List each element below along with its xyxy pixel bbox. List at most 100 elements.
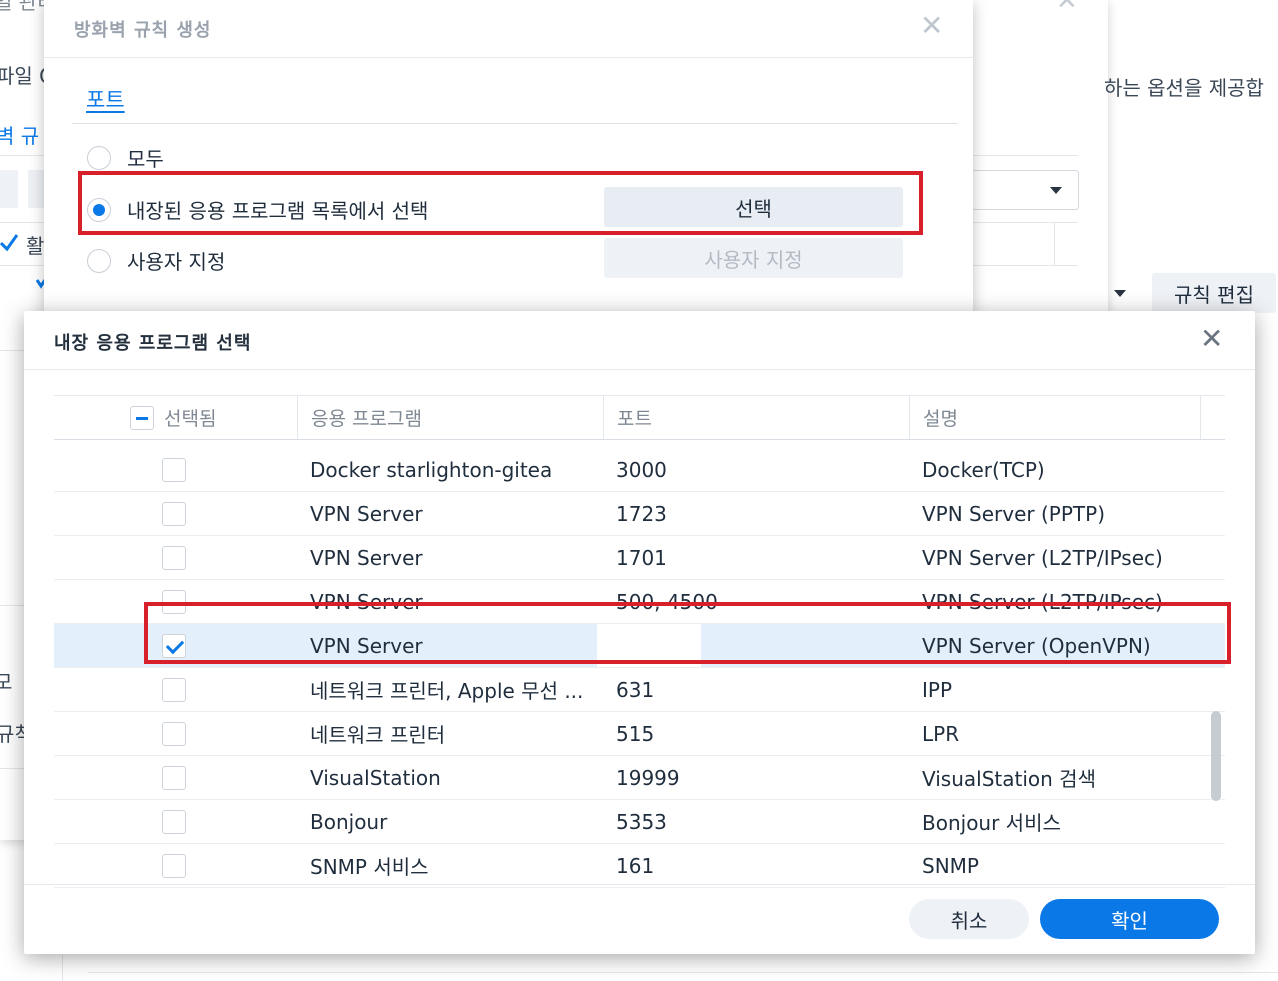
cell-application: 네트워크 프린터	[310, 723, 446, 747]
background-button-1[interactable]	[0, 170, 18, 208]
background-close-icon[interactable]: ✕	[1056, 0, 1078, 16]
column-separator	[603, 396, 604, 439]
app-table: 선택됨 응용 프로그램 포트 설명 Docker starlighton-git…	[54, 395, 1225, 888]
row-checkbox[interactable]	[162, 809, 186, 834]
custom-button[interactable]: 사용자 지정	[604, 238, 903, 278]
cell-port: 631	[616, 677, 655, 702]
cell-port	[616, 624, 896, 667]
cell-port: 500, 4500	[616, 589, 718, 614]
cell-port: 515	[616, 721, 655, 746]
cell-description: Bonjour 서비스	[922, 811, 1061, 835]
table-row[interactable]: 네트워크 프린터 515 LPR	[54, 712, 1225, 756]
cell-description: IPP	[922, 677, 953, 702]
background-checkbox[interactable]	[0, 232, 19, 254]
cell-application: 네트워크 프린터, Apple 무선 ...	[310, 679, 584, 703]
cell-port: 19999	[616, 765, 680, 790]
column-header-description[interactable]: 설명	[923, 396, 958, 439]
background-mode-text: 모	[0, 670, 13, 694]
cell-application: SNMP 서비스	[310, 855, 429, 879]
chevron-down-icon	[1114, 290, 1126, 297]
radio-button-selected[interactable]	[87, 197, 111, 222]
edit-rules-button[interactable]: 규칙 편집	[1152, 273, 1276, 313]
cell-port: 1723	[616, 501, 667, 526]
close-icon[interactable]: ✕	[920, 12, 943, 40]
radio-button[interactable]	[87, 145, 111, 170]
cell-application: VPN Server	[310, 589, 423, 614]
column-header-port[interactable]: 포트	[617, 396, 652, 439]
row-checkbox-cell	[162, 844, 186, 887]
minus-icon[interactable]	[130, 405, 154, 430]
cell-port: 5353	[616, 809, 667, 834]
tab-ports[interactable]: 포트	[86, 84, 125, 114]
background-line-7	[88, 972, 1278, 973]
row-checkbox-cell	[162, 756, 186, 799]
table-row[interactable]: 네트워크 프린터, Apple 무선 ... 631 IPP	[54, 668, 1225, 712]
ok-button[interactable]: 확인	[1040, 899, 1219, 939]
background-button-2[interactable]	[28, 170, 44, 208]
cell-application: VPN Server	[310, 545, 423, 570]
background-dropdown-2[interactable]	[1112, 274, 1140, 312]
table-gap	[54, 440, 1225, 448]
background-description: 하는 옵션을 제공합	[1104, 76, 1264, 100]
cell-port: 1701	[616, 545, 667, 570]
dialog-footer-divider	[24, 884, 1255, 885]
close-icon[interactable]: ✕	[1200, 325, 1223, 353]
row-checkbox-cell	[162, 448, 186, 491]
cell-description: Docker(TCP)	[922, 457, 1045, 482]
table-row[interactable]: VisualStation 19999 VisualStation 검색	[54, 756, 1225, 800]
table-row[interactable]: VPN Server VPN Server (OpenVPN)	[54, 624, 1225, 668]
cell-application: Docker starlighton-gitea	[310, 457, 553, 482]
table-row[interactable]: Bonjour 5353 Bonjour 서비스	[54, 800, 1225, 844]
radio-label: 내장된 응용 프로그램 목록에서 선택	[127, 199, 429, 223]
cancel-button[interactable]: 취소	[909, 899, 1029, 939]
radio-option-custom[interactable]: 사용자 지정	[87, 246, 225, 275]
cell-description: VPN Server (L2TP/IPsec)	[922, 545, 1163, 570]
background-col-sep	[1054, 222, 1055, 266]
column-header-selected[interactable]: 선택됨	[164, 404, 216, 431]
row-checkbox-cell	[162, 492, 186, 535]
row-checkbox-cell	[162, 624, 186, 667]
table-row[interactable]: VPN Server 500, 4500 VPN Server (L2TP/IPse…	[54, 580, 1225, 624]
column-separator	[1200, 396, 1201, 439]
cell-description: SNMP	[922, 853, 979, 878]
radio-option-all[interactable]: 모두	[87, 143, 164, 172]
create-firewall-rule-dialog: 방화벽 규칙 생성 ✕ 포트 모두 내장된 응용 프로그램 목록에서 선택 사용…	[44, 0, 973, 315]
cell-application: Bonjour	[310, 809, 388, 834]
row-checkbox[interactable]	[162, 677, 186, 702]
cell-description: VPN Server (L2TP/IPsec)	[922, 589, 1163, 614]
table-row[interactable]: SNMP 서비스 161 SNMP	[54, 844, 1225, 888]
row-checkbox[interactable]	[162, 545, 186, 570]
radio-button[interactable]	[87, 248, 111, 273]
cell-application: VPN Server	[310, 501, 423, 526]
radio-label: 사용자 지정	[127, 250, 226, 274]
check-icon	[0, 234, 19, 252]
row-checkbox-cell	[162, 536, 186, 579]
row-checkbox-cell	[162, 712, 186, 755]
cell-description: VPN Server (OpenVPN)	[922, 633, 1151, 658]
cell-port: 3000	[616, 457, 667, 482]
builtin-app-select-dialog: 내장 응용 프로그램 선택 ✕ 선택됨 응용 프로그램 포트 설명 Docker…	[24, 311, 1255, 954]
column-header-application[interactable]: 응용 프로그램	[311, 396, 422, 439]
cell-description: LPR	[922, 721, 960, 746]
select-all-checkbox[interactable]: 선택됨	[130, 396, 216, 439]
background-dropdown[interactable]	[972, 170, 1079, 210]
table-row[interactable]: VPN Server 1701 VPN Server (L2TP/IPsec)	[54, 536, 1225, 580]
cell-application: VisualStation	[310, 765, 441, 790]
row-checkbox-checked[interactable]	[162, 633, 186, 658]
row-checkbox[interactable]	[162, 589, 186, 614]
dialog-title: 내장 응용 프로그램 선택	[54, 333, 252, 354]
row-checkbox[interactable]	[162, 721, 186, 746]
select-button[interactable]: 선택	[604, 187, 903, 227]
cell-port: 161	[616, 853, 655, 878]
row-checkbox[interactable]	[162, 765, 186, 790]
row-checkbox[interactable]	[162, 501, 186, 526]
row-checkbox[interactable]	[162, 457, 186, 482]
row-checkbox-cell	[162, 580, 186, 623]
table-row[interactable]: Docker starlighton-gitea 3000 Docker(TCP)	[54, 448, 1225, 492]
radio-option-builtin[interactable]: 내장된 응용 프로그램 목록에서 선택	[87, 195, 428, 224]
column-separator	[909, 396, 910, 439]
scrollbar[interactable]	[1211, 711, 1221, 801]
background-rules-tab[interactable]: 벽 규	[0, 120, 39, 149]
table-row[interactable]: VPN Server 1723 VPN Server (PPTP)	[54, 492, 1225, 536]
row-checkbox[interactable]	[162, 853, 186, 878]
